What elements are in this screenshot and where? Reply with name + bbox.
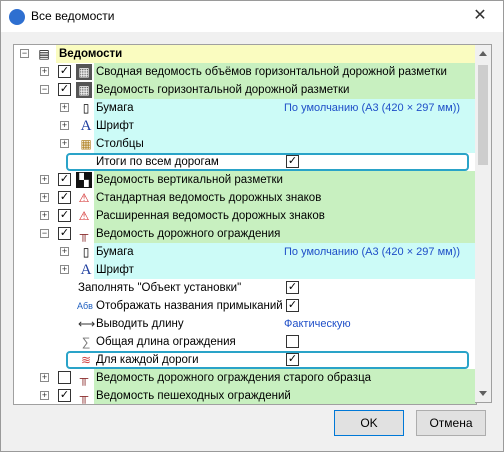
row-checkbox[interactable]: ✓: [58, 209, 71, 222]
tree-row-label: Сводная ведомость объёмов горизонтальной…: [94, 63, 476, 81]
expand-toggle[interactable]: +: [40, 193, 49, 202]
document-icon: ▤: [38, 47, 50, 61]
tree-row[interactable]: + ▯ Бумага По умолчанию (А3 (420 × 297 м…: [14, 99, 476, 117]
expand-toggle[interactable]: +: [40, 211, 49, 220]
collapse-toggle[interactable]: −: [40, 85, 49, 94]
paper-icon: ▯: [82, 101, 90, 115]
tree-row[interactable]: ⟷ Выводить длину Фактическую: [14, 315, 476, 333]
length-ruler-icon: ⟷: [78, 317, 96, 331]
tree-row-label: Ведомость горизонтальной дорожной размет…: [94, 81, 476, 99]
tree-row[interactable]: − ✓ ▦ Ведомость горизонтальной дорожной …: [14, 81, 476, 99]
tree-row-label: Ведомость пешеходных ограждений: [94, 387, 476, 404]
warning-sign-icon: ⚠: [78, 191, 90, 205]
font-icon: A: [80, 118, 92, 134]
warning-sign-icon: ⚠: [78, 209, 90, 223]
tree-row-label: Расширенная ведомость дорожных знаков: [94, 207, 476, 225]
row-checkbox[interactable]: ✓: [58, 65, 71, 78]
tree-row-label: Столбцы: [94, 135, 476, 153]
paper-value[interactable]: По умолчанию (А3 (420 × 297 мм)): [284, 243, 460, 261]
columns-icon: ▦: [80, 137, 92, 151]
text-abv-icon: Абв: [77, 301, 93, 311]
reports-tree[interactable]: − ▤ Ведомости + ✓ ▦ Сводная ведомость об…: [13, 44, 477, 405]
tree-row-label: Шрифт: [94, 261, 476, 279]
barrier-icon: ╥: [79, 227, 89, 241]
expand-toggle[interactable]: +: [60, 247, 69, 256]
tree-row-label: Отображать названия примыканий: [96, 300, 283, 312]
cancel-button[interactable]: Отмена: [416, 410, 486, 436]
road-marking-icon: ▦: [76, 82, 92, 98]
barrier-icon: ╥: [79, 371, 89, 385]
tree-row[interactable]: ∑ Общая длина ограждения: [14, 333, 476, 351]
paper-icon: ▯: [82, 245, 90, 259]
tree-row[interactable]: + ✓ ╥ Ведомость пешеходных ограждений: [14, 387, 476, 404]
tree-row[interactable]: + ╥ Ведомость дорожного ограждения старо…: [14, 369, 476, 387]
app-icon: [9, 9, 25, 25]
scroll-down-icon[interactable]: [479, 391, 487, 396]
tree-row-label: Ведомость дорожного ограждения: [94, 225, 476, 243]
expand-toggle[interactable]: +: [40, 373, 49, 382]
expand-toggle[interactable]: +: [60, 265, 69, 274]
close-button[interactable]: ✕: [467, 5, 493, 27]
tree-root-label: Ведомости: [56, 45, 476, 63]
expand-toggle[interactable]: +: [40, 67, 49, 76]
expand-toggle[interactable]: +: [40, 175, 49, 184]
vertical-marking-icon: ▚: [76, 172, 92, 188]
row-checkbox[interactable]: ✓: [58, 191, 71, 204]
collapse-toggle[interactable]: −: [20, 49, 29, 58]
fill-object-checkbox[interactable]: ✓: [286, 281, 299, 294]
tree-row[interactable]: + ✓ ▚ Ведомость вертикальной разметки: [14, 171, 476, 189]
scroll-up-icon[interactable]: [479, 51, 487, 56]
tree-row-label: Заполнять "Объект установки": [78, 282, 242, 294]
road-marking-icon: ▦: [76, 64, 92, 80]
tree-row-label: Ведомость вертикальной разметки: [94, 171, 476, 189]
vertical-scrollbar[interactable]: [475, 44, 492, 403]
tree-row[interactable]: − ✓ ╥ Ведомость дорожного ограждения: [14, 225, 476, 243]
row-checkbox[interactable]: ✓: [58, 173, 71, 186]
expand-toggle[interactable]: +: [60, 103, 69, 112]
tree-row[interactable]: + A Шрифт: [14, 117, 476, 135]
tree-row[interactable]: + ▦ Столбцы: [14, 135, 476, 153]
tree-root-row[interactable]: − ▤ Ведомости: [14, 45, 476, 63]
expand-toggle[interactable]: +: [60, 139, 69, 148]
tree-row[interactable]: + ✓ ▦ Сводная ведомость объёмов горизонт…: [14, 63, 476, 81]
highlight-frame: [66, 351, 469, 369]
collapse-toggle[interactable]: −: [40, 229, 49, 238]
tree-row-label: Шрифт: [94, 117, 476, 135]
tree-row-label: Общая длина ограждения: [96, 336, 236, 348]
tree-row[interactable]: Заполнять "Объект установки" ✓: [14, 279, 476, 297]
expand-toggle[interactable]: +: [40, 391, 49, 400]
length-mode-value[interactable]: Фактическую: [284, 315, 351, 333]
tree-row[interactable]: Абв Отображать названия примыканий ✓: [14, 297, 476, 315]
expand-toggle[interactable]: +: [60, 121, 69, 130]
window-title: Все ведомости: [31, 9, 115, 23]
tree-row[interactable]: + ▯ Бумага По умолчанию (А3 (420 × 297 м…: [14, 243, 476, 261]
row-checkbox[interactable]: [58, 371, 71, 384]
tree-row-label: Ведомость дорожного ограждения старого о…: [94, 369, 476, 387]
title-bar: Все ведомости ✕: [1, 1, 503, 32]
tree-row[interactable]: + ✓ ⚠ Расширенная ведомость дорожных зна…: [14, 207, 476, 225]
row-checkbox[interactable]: ✓: [58, 389, 71, 402]
row-checkbox[interactable]: ✓: [58, 83, 71, 96]
paper-value[interactable]: По умолчанию (А3 (420 × 297 мм)): [284, 99, 460, 117]
row-checkbox[interactable]: ✓: [58, 227, 71, 240]
tree-row[interactable]: + A Шрифт: [14, 261, 476, 279]
font-icon: A: [80, 262, 92, 278]
scroll-thumb[interactable]: [478, 65, 488, 165]
tree-row[interactable]: + ✓ ⚠ Стандартная ведомость дорожных зна…: [14, 189, 476, 207]
ok-button[interactable]: OK: [334, 410, 404, 436]
total-length-checkbox[interactable]: [286, 335, 299, 348]
highlight-frame: [66, 153, 469, 171]
sigma-icon: ∑: [81, 335, 91, 349]
tree-row-label: Стандартная ведомость дорожных знаков: [94, 189, 476, 207]
junction-names-checkbox[interactable]: ✓: [286, 299, 299, 312]
tree-row-label: Выводить длину: [96, 318, 184, 330]
barrier-icon: ╥: [79, 389, 89, 403]
